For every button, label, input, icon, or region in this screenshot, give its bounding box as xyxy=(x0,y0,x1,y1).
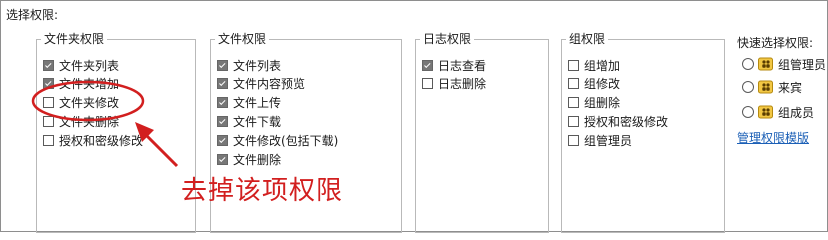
checkbox-log-view[interactable]: 日志查看 xyxy=(422,57,486,73)
log-permissions-group: 日志权限 日志查看 日志删除 xyxy=(415,33,549,233)
checkbox-group-grant-secret[interactable]: 授权和密级修改 xyxy=(568,113,668,129)
checkbox-group-delete[interactable]: 组删除 xyxy=(568,94,620,110)
radio-icon[interactable] xyxy=(742,81,754,93)
group-permissions-legend: 组权限 xyxy=(569,32,606,46)
checkbox-icon[interactable] xyxy=(217,59,228,71)
checkbox-file-delete[interactable]: 文件删除 xyxy=(217,151,281,167)
checkbox-folder-delete[interactable]: 文件夹删除 xyxy=(43,113,119,129)
checkbox-file-download[interactable]: 文件下载 xyxy=(217,113,281,129)
folder-permissions-group: 文件夹权限 文件夹列表 文件夹增加 文件夹修改 文件夹删除 授权和密级修改 xyxy=(36,33,196,233)
quick-select-title: 快速选择权限: xyxy=(737,36,814,50)
checkbox-icon[interactable] xyxy=(43,134,54,146)
checkbox-log-delete[interactable]: 日志删除 xyxy=(422,75,486,91)
annotation-text: 去掉该项权限 xyxy=(181,176,344,206)
checkbox-icon[interactable] xyxy=(217,153,228,165)
checkbox-file-list[interactable]: 文件列表 xyxy=(217,57,281,73)
checkbox-icon[interactable] xyxy=(217,115,228,127)
folder-permissions-legend: 文件夹权限 xyxy=(44,32,105,46)
checkbox-file-preview[interactable]: 文件内容预览 xyxy=(217,75,305,91)
checkbox-icon[interactable] xyxy=(43,96,54,108)
checkbox-icon[interactable] xyxy=(43,115,54,127)
role-group-icon xyxy=(758,57,773,71)
log-permissions-legend: 日志权限 xyxy=(423,32,472,46)
checkbox-icon[interactable] xyxy=(568,134,579,146)
checkbox-group-add[interactable]: 组增加 xyxy=(568,57,620,73)
checkbox-icon[interactable] xyxy=(43,77,54,89)
checkbox-icon[interactable] xyxy=(422,77,433,89)
role-group-icon xyxy=(758,105,773,119)
checkbox-icon[interactable] xyxy=(568,96,579,108)
checkbox-folder-list[interactable]: 文件夹列表 xyxy=(43,57,119,73)
checkbox-folder-add[interactable]: 文件夹增加 xyxy=(43,75,119,91)
checkbox-group-modify[interactable]: 组修改 xyxy=(568,75,620,91)
file-permissions-legend: 文件权限 xyxy=(218,32,267,46)
radio-role-group-admin[interactable]: 组管理员 xyxy=(742,55,826,73)
group-permissions-group: 组权限 组增加 组修改 组删除 授权和密级修改 组管理员 xyxy=(561,33,725,233)
checkbox-icon[interactable] xyxy=(43,59,54,71)
checkbox-icon[interactable] xyxy=(217,96,228,108)
checkbox-icon[interactable] xyxy=(568,77,579,89)
checkbox-file-modify[interactable]: 文件修改(包括下载) xyxy=(217,132,338,148)
checkbox-icon[interactable] xyxy=(217,77,228,89)
checkbox-file-upload[interactable]: 文件上传 xyxy=(217,94,281,110)
radio-icon[interactable] xyxy=(742,58,754,70)
checkbox-icon[interactable] xyxy=(422,59,433,71)
radio-role-member[interactable]: 组成员 xyxy=(742,103,814,121)
checkbox-group-admin[interactable]: 组管理员 xyxy=(568,132,632,148)
radio-role-guest[interactable]: 来宾 xyxy=(742,78,802,96)
checkbox-icon[interactable] xyxy=(568,59,579,71)
manage-permission-templates-link[interactable]: 管理权限模版 xyxy=(737,129,809,146)
role-group-icon xyxy=(758,80,773,94)
checkbox-folder-grant-secret[interactable]: 授权和密级修改 xyxy=(43,132,143,148)
checkbox-icon[interactable] xyxy=(217,134,228,146)
radio-icon[interactable] xyxy=(742,106,754,118)
checkbox-folder-modify[interactable]: 文件夹修改 xyxy=(43,94,119,110)
checkbox-icon[interactable] xyxy=(568,115,579,127)
panel-title: 选择权限: xyxy=(6,8,59,22)
